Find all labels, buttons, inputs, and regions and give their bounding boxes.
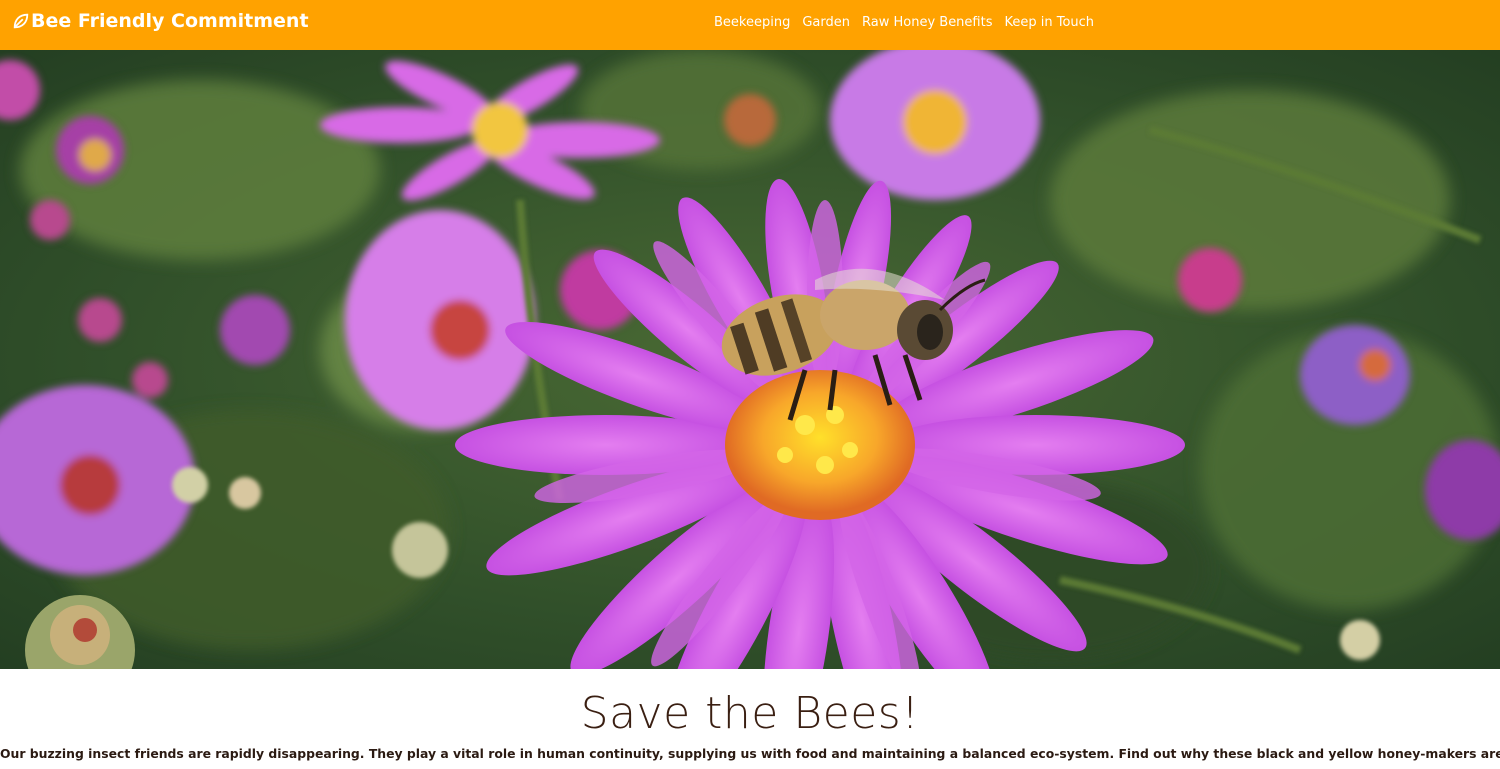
hero-image (0, 50, 1500, 669)
nav-link-keep-in-touch[interactable]: Keep in Touch (998, 15, 1100, 30)
page-title: Save the Bees! (580, 688, 920, 739)
nav-menu: Beekeeping Garden Raw Honey Benefits Kee… (708, 15, 1100, 30)
brand-link[interactable]: Bee Friendly Commitment (12, 10, 309, 32)
intro-paragraph: Our buzzing insect friends are rapidly d… (0, 746, 1500, 761)
brand-name: Bee Friendly Commitment (31, 10, 309, 32)
nav-link-raw-honey-benefits[interactable]: Raw Honey Benefits (856, 15, 998, 30)
nav-link-beekeeping[interactable]: Beekeeping (708, 15, 796, 30)
leaf-icon (13, 13, 29, 29)
navbar: Bee Friendly Commitment Beekeeping Garde… (0, 0, 1500, 50)
nav-link-garden[interactable]: Garden (796, 15, 856, 30)
